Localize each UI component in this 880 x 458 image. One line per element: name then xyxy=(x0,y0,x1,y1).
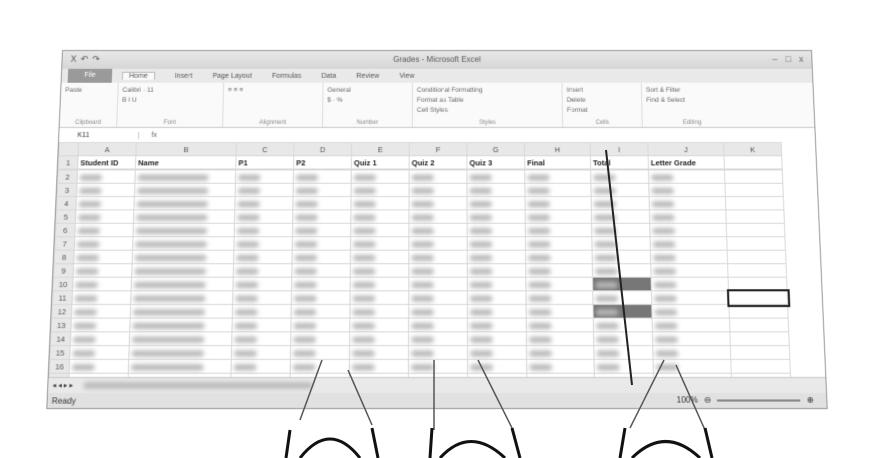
pointer-line xyxy=(477,359,513,429)
hand-icon xyxy=(428,427,522,458)
scene: X ↶ ↷ Grades - Microsoft Excel – □ x Fil… xyxy=(0,0,880,458)
vertical-marker-line xyxy=(605,149,633,386)
hand-icon xyxy=(618,427,714,458)
pointer-line xyxy=(347,369,373,426)
annotation-lines xyxy=(299,149,706,431)
annotation-overlay xyxy=(284,149,714,458)
hand-icon xyxy=(284,427,380,458)
hands-drawing xyxy=(284,427,714,458)
pointer-line xyxy=(675,364,706,431)
pointer-line xyxy=(299,359,323,421)
pointer-line xyxy=(629,359,665,429)
